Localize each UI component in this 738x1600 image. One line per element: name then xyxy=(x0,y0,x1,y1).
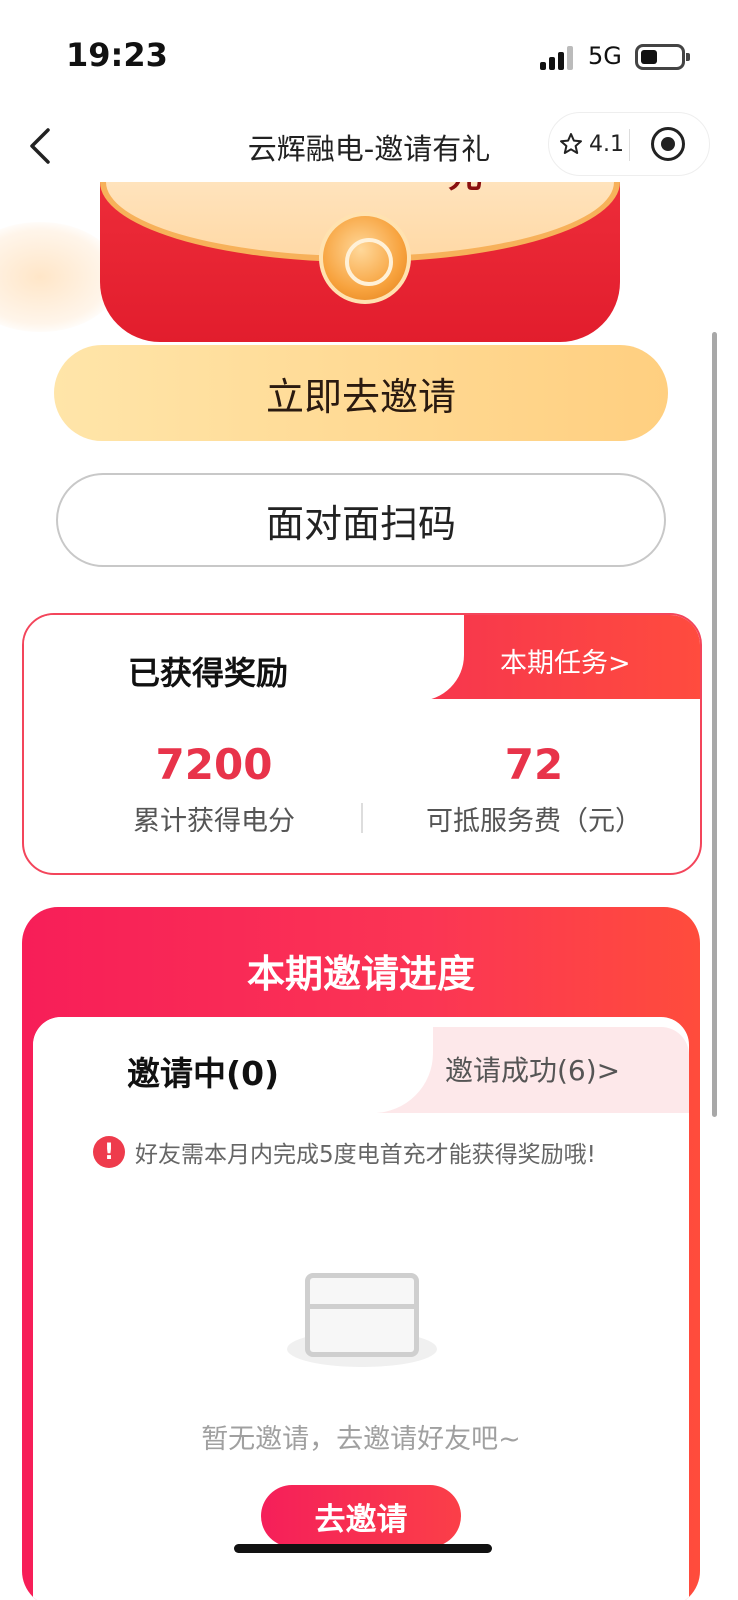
points-value: 7200 xyxy=(155,740,273,789)
warning-icon: ! xyxy=(93,1136,125,1168)
currency-unit: 元 xyxy=(448,182,482,197)
star-icon xyxy=(560,133,582,154)
go-invite-button[interactable]: 去邀请 xyxy=(261,1485,461,1547)
points-label: 累计获得电分 xyxy=(133,806,295,837)
fee-value: 72 xyxy=(504,740,564,789)
reward-body xyxy=(24,699,700,739)
current-task-link[interactable]: 本期任务> xyxy=(500,641,631,680)
fee-label: 可抵服务费（元） xyxy=(426,806,642,837)
fee-stat: 72 可抵服务费（元） xyxy=(364,740,700,838)
points-stat: 7200 累计获得电分 xyxy=(64,740,364,838)
stat-divider xyxy=(361,803,363,833)
status-bar: 19:23 5G xyxy=(0,0,738,110)
rating-value: 4.1 xyxy=(589,131,624,157)
reward-card: 已获得奖励 本期任务> 7200 累计获得电分 72 可抵服务费（元） xyxy=(22,613,702,875)
signal-icon xyxy=(540,46,576,70)
capsule-divider xyxy=(629,129,630,161)
status-time: 19:23 xyxy=(66,36,168,74)
empty-box-icon xyxy=(287,1259,437,1379)
rating-button[interactable]: 4.1 xyxy=(559,127,624,161)
tab-invite-success[interactable]: 邀请成功(6)> xyxy=(445,1049,620,1089)
face-to-face-scan-button[interactable]: 面对面扫码 xyxy=(56,473,666,567)
nav-bar: 云辉融电-邀请有礼 4.1 xyxy=(0,110,738,182)
notice: ! 好友需本月内完成5度电首充才能获得奖励哦! xyxy=(93,1135,596,1169)
notice-text: 好友需本月内完成5度电首充才能获得奖励哦! xyxy=(135,1142,596,1168)
lightning-coin-icon xyxy=(319,212,411,304)
home-indicator xyxy=(234,1544,492,1553)
invite-progress-card: 本期邀请进度 邀请中(0) 邀请成功(6)> ! 好友需本月内完成5度电首充才能… xyxy=(22,907,700,1600)
empty-state-text: 暂无邀请，去邀请好友吧~ xyxy=(201,1424,521,1455)
hero-banner: 元 xyxy=(0,182,738,347)
progress-title: 本期邀请进度 xyxy=(246,952,475,996)
mini-program-capsule: 4.1 xyxy=(548,112,710,176)
invite-now-button[interactable]: 立即去邀请 xyxy=(54,345,668,441)
reward-title: 已获得奖励 xyxy=(128,654,289,692)
network-type: 5G xyxy=(588,42,622,70)
progress-panel: 邀请中(0) 邀请成功(6)> ! 好友需本月内完成5度电首充才能获得奖励哦! … xyxy=(33,1017,689,1600)
target-icon[interactable] xyxy=(651,127,685,161)
scrollbar[interactable] xyxy=(712,332,717,1117)
tab-inviting[interactable]: 邀请中(0) xyxy=(127,1047,279,1095)
battery-icon xyxy=(635,44,690,70)
